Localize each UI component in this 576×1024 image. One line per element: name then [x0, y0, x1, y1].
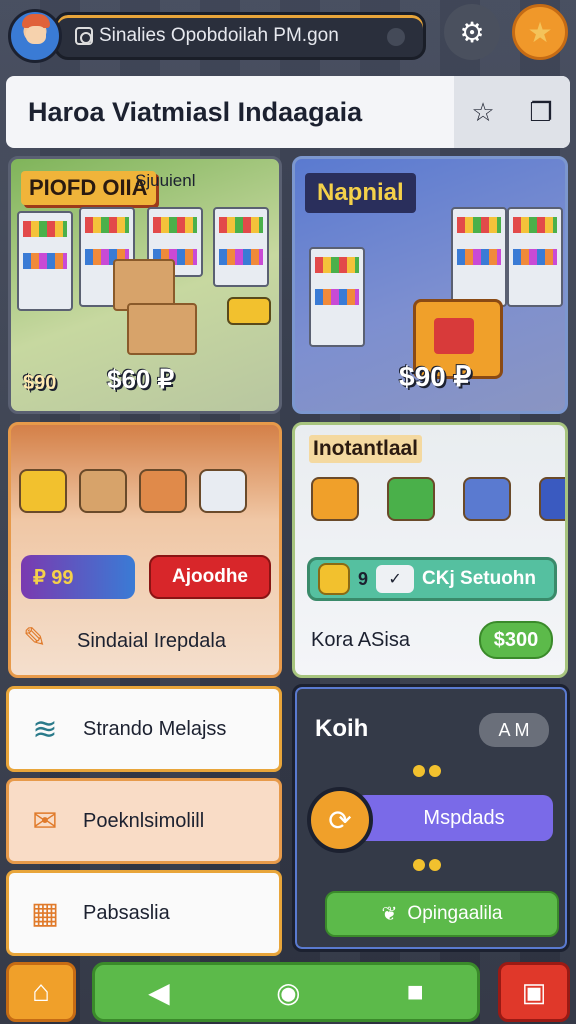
bag-icon[interactable] [79, 469, 127, 513]
progress-dots [413, 765, 441, 777]
favorites-button[interactable]: ★ [512, 4, 568, 60]
refresh-icon: ⟳ [328, 804, 352, 836]
star-outline-icon[interactable]: ☆ [471, 97, 494, 128]
page-title: Haroa Viatmiasl Indaagaia [28, 96, 363, 127]
header-actions: ☆ ❐ [454, 76, 570, 148]
store-card-kiosk[interactable]: Napnial $90 ₽ [292, 156, 568, 414]
settings-button[interactable]: ⚙ [444, 4, 500, 60]
reward-coin-button[interactable]: ⟳ [307, 787, 373, 853]
shelf [451, 207, 507, 307]
claim-button[interactable]: Mspdads [355, 795, 553, 841]
leaf-icon: ❦ [381, 903, 398, 925]
time-badge[interactable]: A M [479, 713, 549, 747]
home-icon: ⌂ [31, 975, 51, 1008]
wifi-shell-icon: ≋ [32, 712, 58, 746]
mic-icon[interactable] [387, 28, 405, 46]
system-nav-bar: ◀ ◉ ■ [92, 962, 480, 1022]
cart-icon[interactable] [463, 477, 511, 521]
shelf [17, 211, 73, 311]
collect-count: 9 [358, 568, 369, 589]
back-icon[interactable]: ◀ [148, 976, 170, 1009]
store-card-inventory[interactable]: Inotantlaal 9 ✓ CKj Setuohn Kora ASisa $… [292, 422, 568, 678]
bottom-nav: ⌂ ◀ ◉ ■ ▣ [0, 958, 576, 1024]
player-avatar[interactable] [8, 9, 62, 63]
price-small: $90 [23, 372, 57, 394]
list-item-pabsaslia[interactable]: ▦ Pabsaslia [6, 870, 282, 956]
shelves-illustration [17, 207, 273, 357]
home-circle-icon[interactable]: ◉ [276, 976, 300, 1009]
card-footer-row[interactable]: ✎ Sindaial Irepdala [23, 621, 226, 661]
card-subtitle: Sjuuienl [135, 171, 196, 190]
search-text: Sinalies Opobdoilah PM.gon [99, 25, 339, 46]
inventory-items [311, 477, 565, 521]
cardboard-box [127, 303, 197, 355]
bread-icon[interactable] [311, 477, 359, 521]
shelf [507, 207, 563, 307]
avatar-face [26, 26, 46, 44]
cart-icon[interactable] [199, 469, 247, 513]
calendar-icon: ▦ [30, 896, 60, 930]
collect-label: CKj Setuohn [422, 568, 537, 589]
price-main: $60 ₽ [107, 364, 175, 394]
page-header: Haroa Viatmiasl Indaagaia ☆ ❐ [6, 76, 570, 148]
taxi-icon[interactable] [19, 469, 67, 513]
recents-icon[interactable]: ■ [407, 976, 424, 1008]
store-card-supermarket[interactable]: PIOFD OIIA Sjuuienl $90 $60 ₽ [8, 156, 282, 414]
star-icon: ★ [527, 16, 553, 48]
delivery-items [19, 469, 247, 513]
shelf [213, 207, 269, 287]
delivery-truck [227, 297, 271, 325]
search-bar[interactable]: Sinalies Opobdoilah PM.gon [54, 12, 426, 60]
check-icon: ✓ [376, 565, 415, 593]
shelf [309, 247, 365, 347]
list-item-label: Strando Melajss [83, 717, 227, 740]
gear-icon: ⚙ [459, 16, 485, 48]
ticket-icon: ✉ [32, 804, 58, 838]
price-badge[interactable]: $300 [479, 621, 553, 659]
store-card-delivery[interactable]: ₽ 99 Ajoodhe ✎ Sindaial Irepdala [8, 422, 282, 678]
list-item-label: Poeknlsimolill [83, 809, 205, 832]
reward-panel: Koih A M ⟳ Mspdads ❦ Opingaalila [292, 684, 570, 952]
van-icon[interactable] [539, 477, 565, 521]
open-button-label: Opingaalila [407, 903, 503, 924]
bag-icon[interactable] [139, 469, 187, 513]
open-button[interactable]: ❦ Opingaalila [325, 891, 559, 937]
briefcase-icon: ▣ [521, 976, 547, 1007]
list-item-strando[interactable]: ≋ Strando Melajss [6, 686, 282, 772]
progress-dots [413, 859, 441, 871]
shelves-illustration [301, 207, 563, 379]
card-title: Inotantlaal [309, 435, 423, 463]
price-main: $90 ₽ [399, 361, 472, 392]
bag-icon[interactable] [387, 477, 435, 521]
list-item-label: Pabsaslia [83, 901, 170, 924]
footer-label: Sindaial Irepdala [77, 629, 226, 652]
home-button[interactable]: ⌂ [6, 962, 76, 1022]
briefcase-button[interactable]: ▣ [498, 962, 570, 1022]
copy-icon[interactable]: ❐ [529, 97, 552, 128]
collect-bar[interactable]: 9 ✓ CKj Setuohn [307, 557, 557, 601]
upgrade-button[interactable]: Ajoodhe [149, 555, 271, 599]
wrench-icon: ✎ [23, 622, 47, 653]
coin-icon [318, 563, 350, 595]
search-icon [75, 27, 93, 45]
gem-counter-button[interactable]: ₽ 99 [21, 555, 135, 599]
card-footer-label: Kora ASisa [311, 629, 410, 651]
list-item-poeknl[interactable]: ✉ Poeknlsimolill [6, 778, 282, 864]
panel-title: Koih [315, 715, 369, 742]
